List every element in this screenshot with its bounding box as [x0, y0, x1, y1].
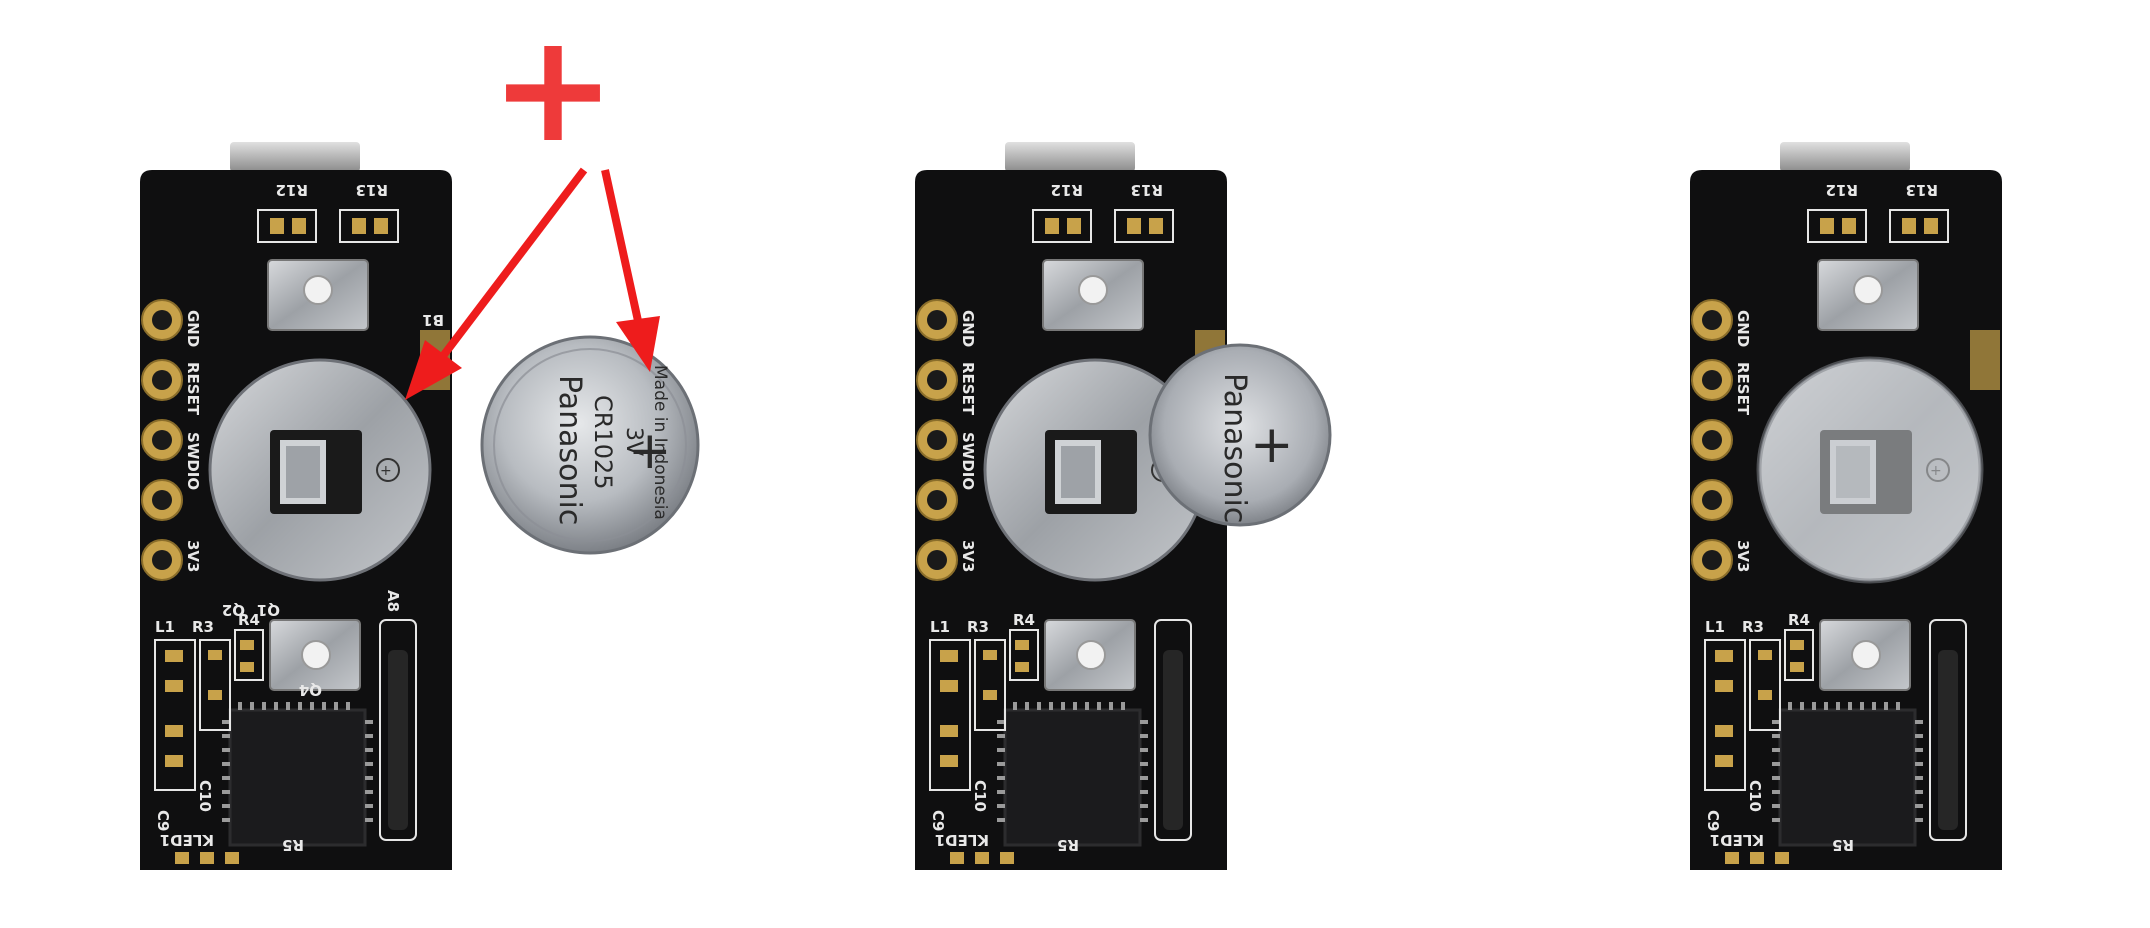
silk-kled1: KLED1 — [160, 831, 214, 849]
arrow-to-holder — [436, 167, 588, 363]
silk-reset: RESET — [1734, 362, 1752, 416]
silk-r5: R5 — [282, 836, 304, 854]
silk-c10: C10 — [196, 780, 214, 812]
silk-r12: R12 — [1826, 181, 1858, 199]
silk-c9: C9 — [154, 810, 172, 831]
silk-3v3: 3V3 — [1734, 540, 1752, 572]
arrow-to-coin — [601, 169, 644, 331]
silk-b1: B1 — [422, 311, 444, 329]
silk-3v3: 3V3 — [959, 540, 977, 572]
silk-gnd: GND — [184, 310, 202, 347]
silk-l1: L1 — [155, 618, 175, 636]
silk-r5: R5 — [1832, 836, 1854, 854]
silk-q1: Q1 — [257, 601, 280, 619]
coin-polarity-plus: + — [1250, 415, 1294, 475]
silk-r3: R3 — [192, 618, 214, 636]
silk-kled1: KLED1 — [1710, 831, 1764, 849]
silk-r13: R13 — [356, 181, 388, 199]
silk-gnd: GND — [959, 310, 977, 347]
silk-reset: RESET — [959, 362, 977, 416]
silk-c9: C9 — [929, 810, 947, 831]
silk-r13: R13 — [1131, 181, 1163, 199]
silk-r5: R5 — [1057, 836, 1079, 854]
silk-c9: C9 — [1704, 810, 1722, 831]
step-3-installed-coin — [1756, 356, 1984, 584]
silk-r4: R4 — [1013, 611, 1035, 629]
silk-r3: R3 — [967, 618, 989, 636]
step-2-board: R12 R13 GND RESET SWDIO 3V3 L1 R3 R4 C9 … — [913, 140, 1229, 872]
silk-gnd: GND — [1734, 310, 1752, 347]
step-2-coin-cell: Panasonic + — [1148, 343, 1332, 527]
coin-polarity-plus: + — [628, 421, 672, 481]
silk-reset: RESET — [184, 362, 202, 416]
callout-plus-symbol: + — [490, 2, 616, 176]
coin-brand: Panasonic — [1217, 373, 1252, 523]
coin-brand: Panasonic — [552, 375, 587, 525]
silk-r3: R3 — [1742, 618, 1764, 636]
silk-r4: R4 — [1788, 611, 1810, 629]
step-1-coin-cell: Panasonic CR1025 3V Made in Indonesia + — [480, 335, 700, 555]
silk-r13: R13 — [1906, 181, 1938, 199]
silk-c10: C10 — [971, 780, 989, 812]
silk-r12: R12 — [1051, 181, 1083, 199]
battery-install-illustration: + R12 R13 GND RESET SWDIO 3V3 Q2 Q1 L1 R… — [138, 2, 2004, 872]
silk-swdio: SWDIO — [959, 432, 977, 490]
silk-swdio: SWDIO — [184, 432, 202, 490]
step-1-board: R12 R13 GND RESET SWDIO 3V3 Q2 Q1 L1 R3 … — [138, 140, 454, 872]
silk-r4: R4 — [238, 611, 260, 629]
silk-kled1: KLED1 — [935, 831, 989, 849]
silk-l1: L1 — [1705, 618, 1725, 636]
silk-3v3: 3V3 — [184, 540, 202, 572]
silk-l1: L1 — [930, 618, 950, 636]
silk-a8: A8 — [384, 590, 402, 612]
silk-q4: Q4 — [299, 681, 322, 699]
silk-r12: R12 — [276, 181, 308, 199]
coin-model: CR1025 — [589, 395, 617, 490]
silk-c10: C10 — [1746, 780, 1764, 812]
